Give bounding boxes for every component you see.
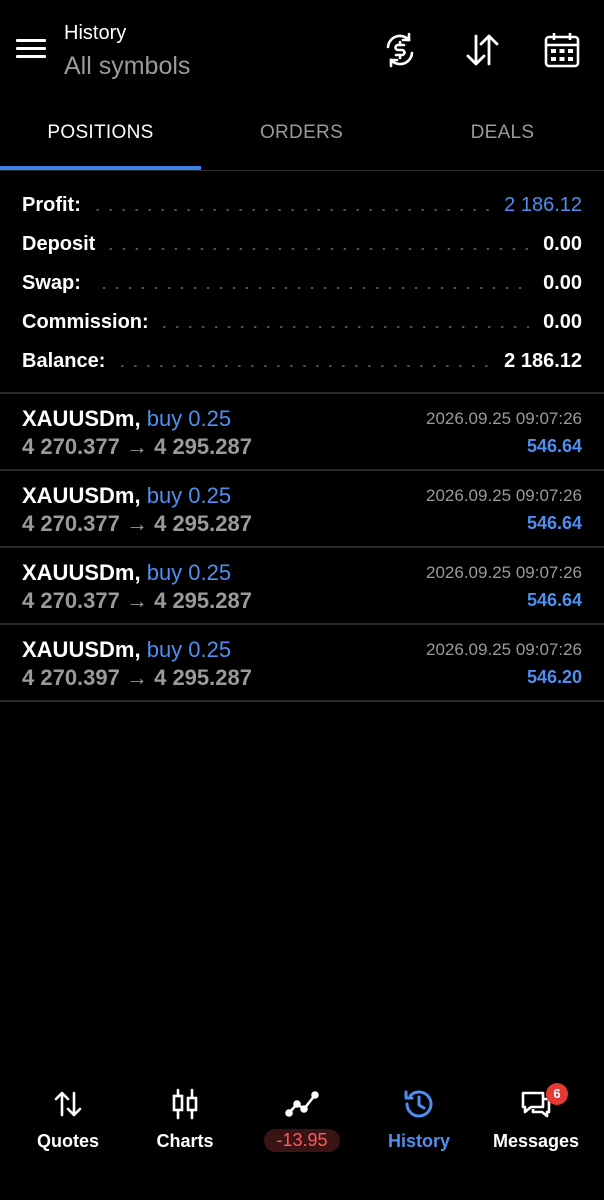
position-symbol: XAUUSDm, buy 0.25 xyxy=(22,406,232,431)
profit-label: Profit: xyxy=(22,194,81,216)
summary-row-commission: Commission: 0.00 xyxy=(0,303,604,342)
position-profit: 546.64 xyxy=(526,590,582,610)
position-symbol: XAUUSDm, buy 0.25 xyxy=(22,560,232,585)
dot-leader xyxy=(94,208,491,211)
position-profit: 546.20 xyxy=(526,667,582,687)
tab-orders[interactable]: ORDERS xyxy=(201,110,402,170)
nav-quotes[interactable]: Quotes xyxy=(8,1075,128,1175)
profit-value: 2 186.12 xyxy=(504,194,582,216)
list-item[interactable]: XAUUSDm, buy 0.25 4 270.377 → 4 295.287 … xyxy=(0,548,604,625)
nav-messages-label: Messages xyxy=(492,1131,580,1151)
summary-panel: Profit: 2 186.12 Deposit 0.00 Swap: 0.00… xyxy=(0,186,604,381)
position-time: 2026.09.25 09:07:26 xyxy=(426,409,582,428)
nav-trade[interactable]: -13.95 xyxy=(242,1075,362,1175)
currency-exchange-icon[interactable] xyxy=(380,30,420,70)
nav-history[interactable]: History xyxy=(359,1075,479,1175)
nav-history-label: History xyxy=(387,1131,450,1151)
summary-row-profit: Profit: 2 186.12 xyxy=(0,186,604,225)
symbol-filter[interactable]: All symbols xyxy=(64,50,190,82)
list-item[interactable]: XAUUSDm, buy 0.25 4 270.377 → 4 295.287 … xyxy=(0,471,604,548)
top-app-bar: History All symbols xyxy=(0,0,604,100)
position-profit: 546.64 xyxy=(526,436,582,456)
position-side: buy 0.25 xyxy=(146,406,232,431)
nav-quotes-label: Quotes xyxy=(36,1131,99,1151)
trade-line-icon xyxy=(285,1087,319,1121)
position-side: buy 0.25 xyxy=(146,483,232,508)
candlestick-chart-icon xyxy=(168,1087,202,1121)
trade-profit-pill: -13.95 xyxy=(264,1129,340,1152)
nav-charts-label: Charts xyxy=(156,1131,214,1151)
deposit-label: Deposit xyxy=(22,233,96,255)
position-prices: 4 270.377 → 4 295.287 xyxy=(22,511,252,536)
history-clock-icon xyxy=(402,1087,436,1121)
tab-positions[interactable]: POSITIONS xyxy=(0,110,201,170)
summary-row-deposit: Deposit 0.00 xyxy=(0,225,604,264)
swap-label: Swap: xyxy=(22,272,81,294)
list-item[interactable]: XAUUSDm, buy 0.25 4 270.377 → 4 295.287 … xyxy=(0,394,604,471)
position-profit: 546.64 xyxy=(526,513,582,533)
position-prices: 4 270.377 → 4 295.287 xyxy=(22,588,252,613)
dot-leader xyxy=(109,247,530,250)
quotes-icon xyxy=(51,1087,85,1121)
position-symbol: XAUUSDm, buy 0.25 xyxy=(22,637,232,662)
deposit-value: 0.00 xyxy=(543,233,582,255)
summary-row-swap: Swap: 0.00 xyxy=(0,264,604,303)
menu-icon[interactable] xyxy=(14,34,48,68)
tabs-divider xyxy=(0,170,604,171)
summary-row-balance: Balance: 2 186.12 xyxy=(0,342,604,381)
calendar-icon[interactable] xyxy=(542,30,582,70)
commission-label: Commission: xyxy=(22,311,149,333)
position-time: 2026.09.25 09:07:26 xyxy=(426,563,582,582)
position-side: buy 0.25 xyxy=(146,637,232,662)
position-time: 2026.09.25 09:07:26 xyxy=(426,640,582,659)
sort-icon[interactable] xyxy=(462,30,502,70)
page-title: History xyxy=(64,22,127,44)
position-symbol: XAUUSDm, buy 0.25 xyxy=(22,483,232,508)
dot-leader xyxy=(94,286,530,289)
nav-messages[interactable]: 6 Messages xyxy=(476,1075,596,1175)
balance-value: 2 186.12 xyxy=(504,350,582,372)
positions-list: XAUUSDm, buy 0.25 4 270.377 → 4 295.287 … xyxy=(0,394,604,702)
header-titles: History All symbols xyxy=(64,20,190,82)
position-prices: 4 270.397 → 4 295.287 xyxy=(22,665,252,690)
commission-value: 0.00 xyxy=(543,311,582,333)
dot-leader xyxy=(162,325,530,328)
tab-deals[interactable]: DEALS xyxy=(402,110,603,170)
position-time: 2026.09.25 09:07:26 xyxy=(426,486,582,505)
swap-value: 0.00 xyxy=(543,272,582,294)
position-prices: 4 270.377 → 4 295.287 xyxy=(22,434,252,459)
balance-label: Balance: xyxy=(22,350,106,372)
history-tabs: POSITIONS ORDERS DEALS xyxy=(0,110,604,170)
app-root: History All symbols POSITIONS ORDERS DEA… xyxy=(0,0,604,1200)
messages-badge: 6 xyxy=(546,1083,568,1105)
bottom-navigation: Quotes Charts -13.95 History 6 Messages xyxy=(0,1075,604,1185)
dot-leader xyxy=(119,364,491,367)
list-item[interactable]: XAUUSDm, buy 0.25 4 270.397 → 4 295.287 … xyxy=(0,625,604,702)
nav-charts[interactable]: Charts xyxy=(125,1075,245,1175)
position-side: buy 0.25 xyxy=(146,560,232,585)
